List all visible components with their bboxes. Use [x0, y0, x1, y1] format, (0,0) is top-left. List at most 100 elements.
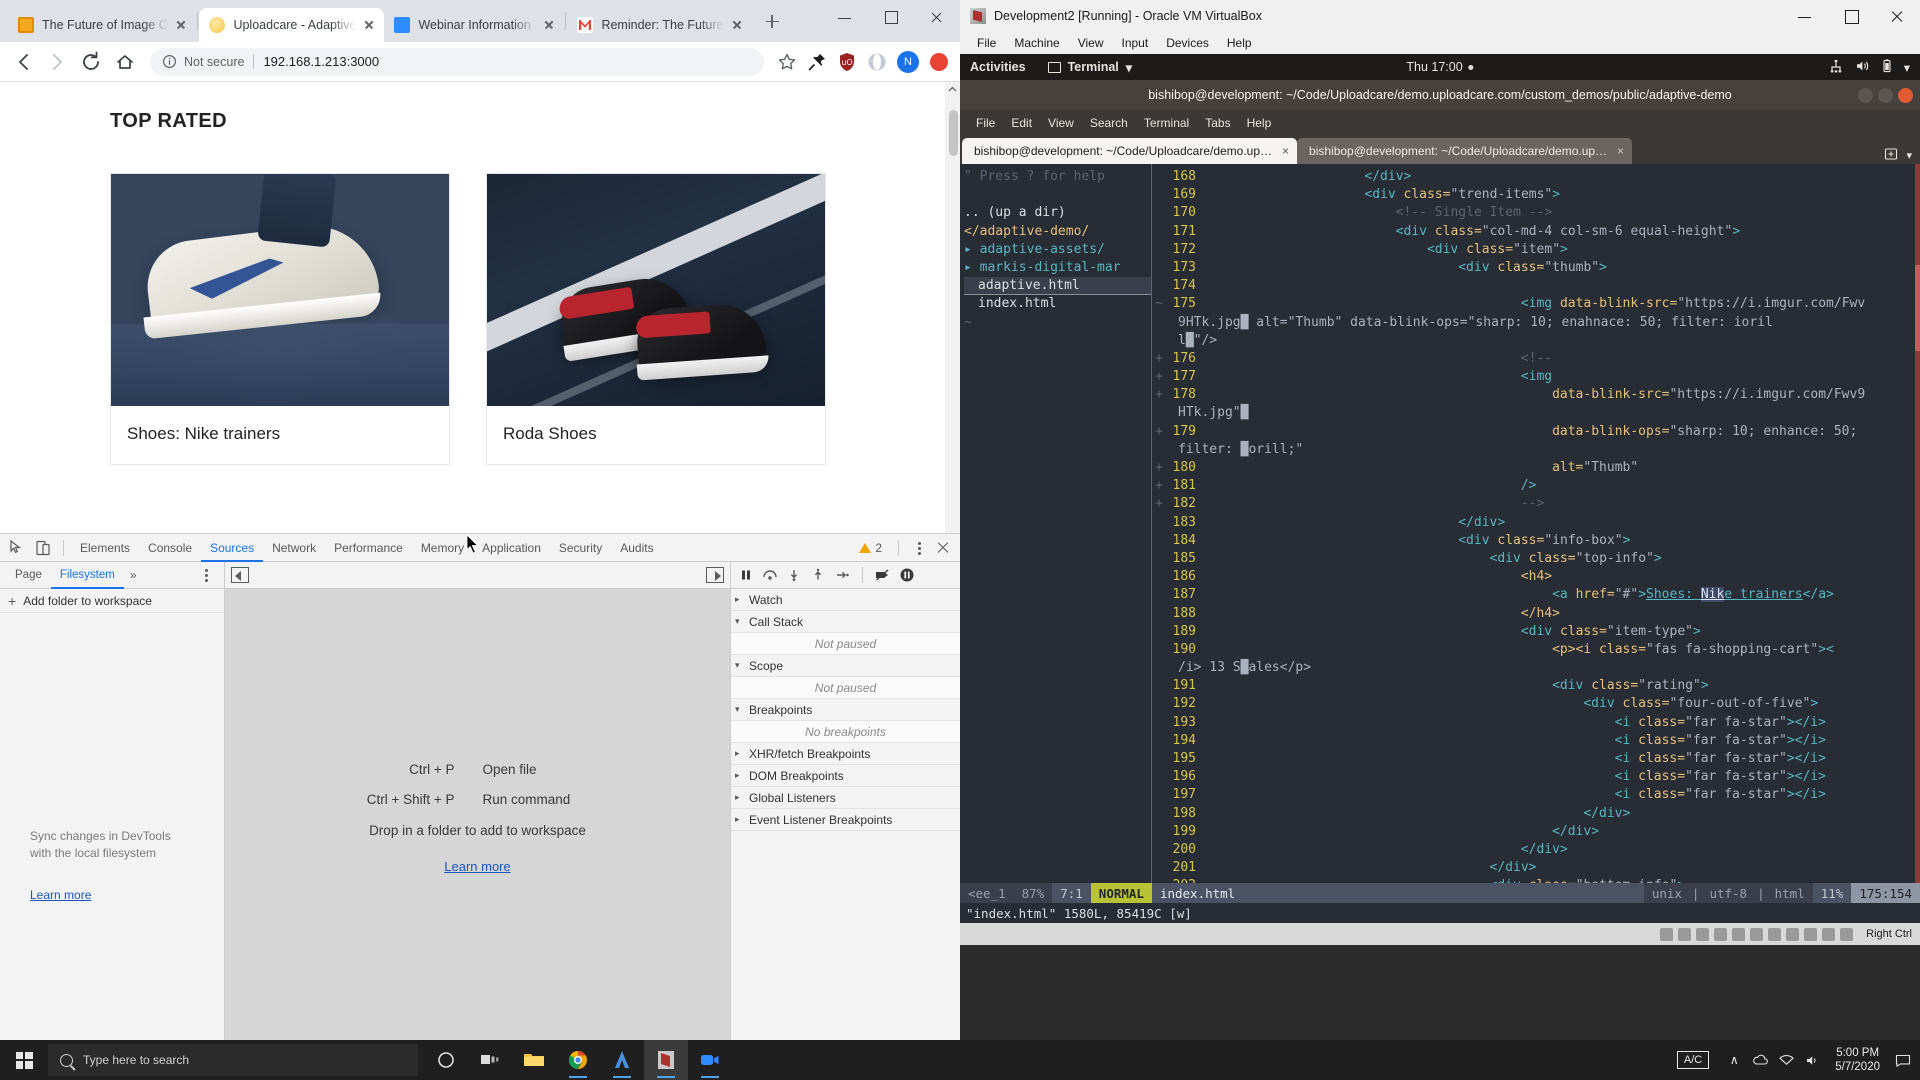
minimize-button[interactable] [1782, 0, 1828, 32]
menu-view[interactable]: View [1069, 36, 1113, 50]
activities-button[interactable]: Activities [970, 60, 1026, 74]
nerdtree-file-sidebar[interactable]: " Press ? for help .. (up a dir) </adapt… [960, 164, 1152, 883]
vim-editor[interactable]: " Press ? for help .. (up a dir) </adapt… [960, 164, 1920, 883]
gnome-clock[interactable]: Thu 17:00 [1406, 60, 1473, 74]
terminal-menu-terminal[interactable]: Terminal [1136, 116, 1197, 130]
back-button[interactable] [8, 47, 38, 77]
close-tab-icon[interactable] [540, 16, 558, 34]
cortana-icon[interactable] [424, 1040, 468, 1080]
task-view-icon[interactable] [468, 1040, 512, 1080]
add-folder-to-workspace-button[interactable]: + Add folder to workspace [0, 589, 224, 613]
debugger-section-call-stack[interactable]: ▾Call Stack [731, 611, 960, 633]
terminal-menu-edit[interactable]: Edit [1003, 116, 1040, 130]
browser-tab-1[interactable]: Uploadcare - Adaptive [199, 8, 384, 42]
not-secure-info-icon[interactable] [162, 54, 177, 69]
close-tab-icon[interactable]: × [1282, 144, 1289, 158]
new-tab-button[interactable] [758, 7, 786, 35]
network-icon[interactable] [1773, 1040, 1799, 1080]
terminal-tab-1[interactable]: bishibop@development: ~/Code/Uploadcare/… [1297, 138, 1632, 164]
forward-button[interactable] [42, 47, 72, 77]
maximize-button[interactable] [868, 0, 914, 34]
pause-resume-icon[interactable] [735, 564, 757, 586]
page-scrollbar[interactable] [945, 82, 960, 573]
terminal-menu-file[interactable]: File [968, 116, 1003, 130]
more-options-icon[interactable] [909, 537, 929, 559]
nerdtree-file-index-html[interactable]: index.html [964, 295, 1152, 313]
show-hidden-icons-chevron[interactable]: ∧ [1721, 1040, 1747, 1080]
pin-extension-icon[interactable] [805, 50, 829, 74]
terminal-menu-help[interactable]: Help [1239, 116, 1280, 130]
uploadcare-icon[interactable] [600, 1040, 644, 1080]
vim-buffer[interactable]: 168</div> 169<div class="trend-items"> 1… [1152, 164, 1920, 883]
vim-scrollbar[interactable] [1915, 164, 1920, 883]
taskbar-clock[interactable]: 5:00 PM 5/7/2020 [1825, 1046, 1890, 1074]
navigator-learn-more-link[interactable]: Learn more [30, 888, 91, 902]
maximize-button[interactable] [1878, 88, 1893, 103]
tab-list-caret-icon[interactable]: ▾ [1906, 149, 1912, 162]
onedrive-icon[interactable] [1747, 1040, 1773, 1080]
debugger-section-dom-breakpoints[interactable]: ▸DOM Breakpoints [731, 765, 960, 787]
address-bar[interactable]: Not secure 192.168.1.213:3000 [150, 48, 764, 76]
search-input[interactable]: Type here to search [48, 1044, 418, 1076]
maximize-button[interactable] [1828, 0, 1874, 32]
close-button[interactable] [1874, 0, 1920, 32]
tab-network[interactable]: Network [263, 534, 325, 562]
debugger-section-xhr-breakpoints[interactable]: ▸XHR/fetch Breakpoints [731, 743, 960, 765]
browser-tab-2[interactable]: Webinar Information [384, 8, 564, 42]
close-button[interactable] [1898, 88, 1913, 103]
tab-memory[interactable]: Memory [412, 534, 473, 562]
device-toolbar-icon[interactable] [30, 536, 56, 560]
menu-input[interactable]: Input [1113, 36, 1158, 50]
menu-file[interactable]: File [968, 36, 1005, 50]
tab-elements[interactable]: Elements [71, 534, 139, 562]
start-button[interactable] [0, 1040, 48, 1080]
chrome-icon[interactable] [556, 1040, 600, 1080]
terminal-menu-view[interactable]: View [1040, 116, 1082, 130]
terminal-tab-0[interactable]: bishibop@development: ~/Code/Uploadcare/… [962, 138, 1297, 164]
minimize-button[interactable] [1858, 88, 1873, 103]
step-over-icon[interactable] [759, 564, 781, 586]
close-tab-icon[interactable] [728, 16, 746, 34]
menu-devices[interactable]: Devices [1157, 36, 1218, 50]
profile-avatar[interactable]: N [897, 51, 919, 73]
close-button[interactable] [914, 0, 960, 34]
menu-machine[interactable]: Machine [1005, 36, 1068, 50]
tab-performance[interactable]: Performance [325, 534, 412, 562]
step-icon[interactable] [831, 564, 853, 586]
nerdtree-dir-markis-digital-mar[interactable]: ▸ markis-digital-mar [964, 259, 1152, 277]
close-tab-icon[interactable] [360, 16, 378, 34]
browser-tab-0[interactable]: The Future of Image O [8, 8, 196, 42]
terminal-menu-tabs[interactable]: Tabs [1197, 116, 1238, 130]
bookmark-star-icon[interactable] [775, 50, 799, 74]
zoom-icon[interactable] [688, 1040, 732, 1080]
product-card-0[interactable]: Shoes: Nike trainers [110, 173, 450, 465]
tab-sources[interactable]: Sources [201, 534, 263, 562]
terminal-menu-search[interactable]: Search [1082, 116, 1136, 130]
subtab-filesystem[interactable]: Filesystem [51, 562, 124, 589]
home-button[interactable] [110, 47, 140, 77]
close-tab-icon[interactable]: × [1617, 144, 1624, 158]
file-explorer-icon[interactable] [512, 1040, 556, 1080]
new-tab-icon[interactable] [1884, 147, 1898, 164]
debugger-section-event-listener-breakpoints[interactable]: ▸Event Listener Breakpoints [731, 809, 960, 831]
debugger-section-breakpoints[interactable]: ▾Breakpoints [731, 699, 960, 721]
screen-recording-indicator[interactable] [930, 53, 948, 71]
navigator-more-options-icon[interactable] [196, 564, 216, 586]
minimize-button[interactable] [822, 0, 868, 34]
pause-on-exceptions-icon[interactable] [896, 564, 918, 586]
opera-extension-icon[interactable] [865, 50, 889, 74]
close-tab-icon[interactable] [172, 16, 190, 34]
nerdtree-file-adaptive-html[interactable]: adaptive.html [964, 277, 1152, 295]
close-devtools-icon[interactable] [932, 537, 954, 559]
subtab-page[interactable]: Page [6, 562, 51, 589]
show-navigator-icon[interactable] [231, 567, 249, 583]
gnome-app-menu[interactable]: Terminal ▾ [1048, 60, 1132, 75]
editor-learn-more-link[interactable]: Learn more [444, 859, 510, 874]
tab-security[interactable]: Security [550, 534, 611, 562]
ublock-origin-extension-icon[interactable]: uO [835, 50, 859, 74]
step-out-icon[interactable] [807, 564, 829, 586]
debugger-section-scope[interactable]: ▾Scope [731, 655, 960, 677]
volume-icon[interactable] [1799, 1040, 1825, 1080]
scroll-up-arrow[interactable] [945, 82, 960, 97]
gnome-system-tray[interactable]: ▾ [1829, 59, 1910, 76]
